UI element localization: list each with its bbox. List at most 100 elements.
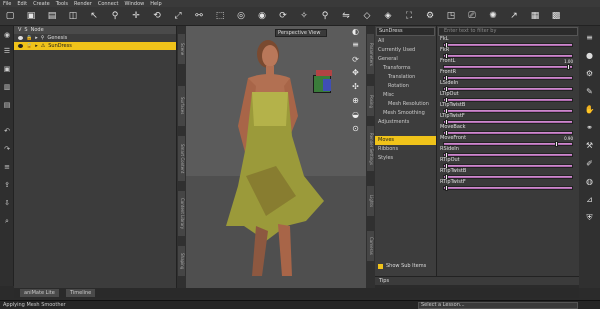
- render-icon[interactable]: ⛶: [403, 10, 415, 22]
- panel-menu-icon[interactable]: ≡: [584, 32, 595, 43]
- undo-icon[interactable]: ↶: [2, 126, 12, 136]
- photo-icon[interactable]: ⎚: [466, 10, 478, 22]
- edit-icon[interactable]: ✎: [584, 86, 595, 97]
- eye-icon[interactable]: [18, 44, 23, 48]
- dot-icon[interactable]: ●: [584, 50, 595, 61]
- parameter-slider[interactable]: RTipTwistF: [437, 180, 579, 191]
- category-item[interactable]: Transforms: [375, 64, 436, 73]
- download-icon[interactable]: ⇩: [2, 198, 12, 208]
- globe-icon[interactable]: ◍: [584, 176, 595, 187]
- tab-timeline[interactable]: Timeline: [66, 289, 96, 297]
- pose-icon[interactable]: ⚲: [109, 10, 121, 22]
- menu-item-file[interactable]: File: [3, 1, 11, 7]
- upload-icon[interactable]: ⇪: [2, 180, 12, 190]
- geometry-icon[interactable]: ◇: [361, 10, 373, 22]
- paint-icon[interactable]: ✐: [584, 158, 595, 169]
- open-icon[interactable]: ▣: [25, 10, 37, 22]
- menu-item-create[interactable]: Create: [33, 1, 50, 7]
- camera-icon[interactable]: ◳: [445, 10, 457, 22]
- menu-item-connect[interactable]: Connect: [98, 1, 119, 7]
- slider-track[interactable]: [443, 141, 573, 147]
- parameter-slider[interactable]: FrontR: [437, 70, 579, 81]
- category-item[interactable]: Misc: [375, 91, 436, 100]
- viewport[interactable]: Perspective View ◐ ≡ ⟳ ✥ ✣ ⊕ ◒ ⊙: [186, 26, 366, 288]
- menu-item-render[interactable]: Render: [74, 1, 92, 7]
- category-item[interactable]: Moves: [375, 136, 436, 145]
- scale-icon[interactable]: ⤢: [172, 10, 184, 22]
- lock-icon[interactable]: 🔒: [26, 43, 32, 49]
- lock-icon[interactable]: 🔒: [26, 35, 32, 41]
- category-item[interactable]: Translation: [375, 73, 436, 82]
- pose-tool-icon[interactable]: ✋: [584, 104, 595, 115]
- settings-icon[interactable]: ⚙: [584, 68, 595, 79]
- category-item[interactable]: All: [375, 37, 436, 46]
- dolly-icon[interactable]: ✣: [350, 81, 361, 92]
- surface-icon[interactable]: ◈: [382, 10, 394, 22]
- eye-icon[interactable]: [18, 36, 23, 40]
- show-sub-items-toggle[interactable]: Show Sub Items: [378, 263, 426, 269]
- slider-track[interactable]: [443, 64, 573, 70]
- slider-value[interactable]: 0.90: [564, 136, 573, 141]
- bone-icon[interactable]: ✧: [298, 10, 310, 22]
- slider-track[interactable]: [443, 185, 573, 191]
- menu-item-tools[interactable]: Tools: [56, 1, 68, 7]
- zoom-icon[interactable]: ⌕: [2, 216, 12, 226]
- scene-row-sundress[interactable]: 🔒 ▸ ⚠ SunDress: [14, 42, 176, 50]
- render-window-icon[interactable]: ▦: [529, 10, 541, 22]
- parameter-slider[interactable]: FkL: [437, 37, 579, 48]
- slider-track[interactable]: [443, 152, 573, 158]
- view-options-icon[interactable]: ◐: [350, 26, 361, 37]
- category-item[interactable]: Currently Used: [375, 46, 436, 55]
- viewport-menu-icon[interactable]: ≡: [350, 39, 361, 50]
- perspective-view-select[interactable]: Perspective View: [275, 29, 327, 37]
- menu-item-help[interactable]: Help: [150, 1, 161, 7]
- save-icon[interactable]: ▤: [46, 10, 58, 22]
- lesson-select[interactable]: Select a Lesson...: [418, 302, 578, 309]
- reset-view-icon[interactable]: ⊙: [350, 123, 361, 134]
- scene-row-genesis[interactable]: 🔒 ▸ ⚲ Genesis: [14, 34, 176, 42]
- spot-render-icon[interactable]: ◎: [235, 10, 247, 22]
- region-icon[interactable]: ⬚: [214, 10, 226, 22]
- slider-track[interactable]: [443, 53, 573, 59]
- tab-scene[interactable]: Scene: [178, 34, 185, 64]
- slider-track[interactable]: [443, 86, 573, 92]
- redo-icon[interactable]: ↷: [2, 144, 12, 154]
- translate-icon[interactable]: ✛: [130, 10, 142, 22]
- light-icon[interactable]: ✺: [487, 10, 499, 22]
- menu-item-window[interactable]: Window: [125, 1, 145, 7]
- scene-eye-icon[interactable]: ◉: [2, 30, 12, 40]
- zoom-view-icon[interactable]: ⊕: [350, 95, 361, 106]
- tab-parameters[interactable]: Parameters: [367, 34, 374, 74]
- tab-lights[interactable]: Lights: [367, 186, 374, 216]
- pin-icon[interactable]: ⚲: [319, 10, 331, 22]
- category-item[interactable]: [375, 127, 436, 136]
- parameter-search-input[interactable]: Enter text to filter by: [438, 27, 578, 36]
- orbit-icon[interactable]: ⟳: [350, 54, 361, 65]
- shield-icon[interactable]: ⛨: [584, 212, 595, 223]
- tips-bar[interactable]: Tips: [375, 276, 579, 285]
- category-item[interactable]: Rotation: [375, 82, 436, 91]
- tab-render-settings[interactable]: Render Settings: [367, 126, 374, 171]
- spot-render-2-icon[interactable]: ◉: [256, 10, 268, 22]
- mirror-icon[interactable]: ⇋: [340, 10, 352, 22]
- tab-posing[interactable]: Posing: [367, 86, 374, 116]
- rotate-view-icon[interactable]: ⟳: [277, 10, 289, 22]
- slider-knob[interactable]: [444, 185, 448, 191]
- collapse-icon[interactable]: ▤: [2, 100, 12, 110]
- parameter-slider[interactable]: FkR: [437, 48, 579, 59]
- filter-icon[interactable]: ▥: [2, 82, 12, 92]
- cursor-icon[interactable]: ↖: [88, 10, 100, 22]
- group-icon[interactable]: ▣: [2, 64, 12, 74]
- category-item[interactable]: Mesh Resolution: [375, 100, 436, 109]
- frame-icon[interactable]: ◒: [350, 109, 361, 120]
- tab-shaping[interactable]: Shaping: [178, 246, 185, 276]
- render-settings-icon[interactable]: ⚙: [424, 10, 436, 22]
- tab-animate-lite[interactable]: aniMate Lite: [20, 289, 59, 297]
- view-cube-icon[interactable]: [313, 70, 332, 93]
- link-icon[interactable]: ⚭: [584, 122, 595, 133]
- category-item[interactable]: Styles: [375, 154, 436, 163]
- hammer-icon[interactable]: ⚒: [584, 140, 595, 151]
- tab-cameras[interactable]: Cameras: [367, 231, 374, 261]
- menu-item-edit[interactable]: Edit: [17, 1, 27, 7]
- pointer-icon[interactable]: ↗: [508, 10, 520, 22]
